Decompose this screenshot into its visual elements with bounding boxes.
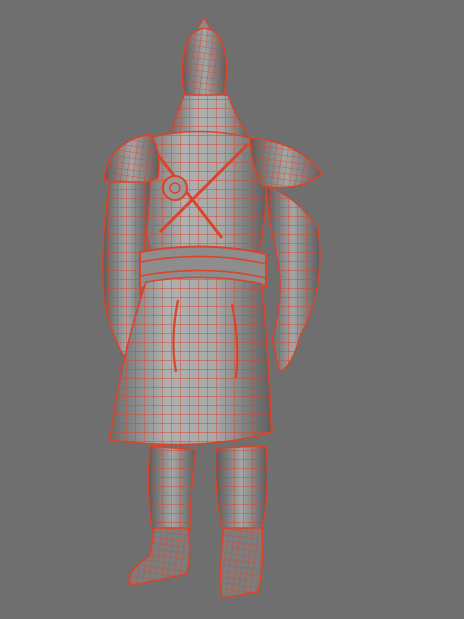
3d-viewport[interactable] xyxy=(0,0,464,619)
left-boot xyxy=(128,527,191,587)
right-boot xyxy=(219,527,264,599)
left-leg xyxy=(147,445,197,531)
right-arm xyxy=(265,185,321,374)
helmet xyxy=(181,16,228,101)
right-pauldron xyxy=(249,137,324,189)
left-pauldron xyxy=(103,133,160,186)
wireframe-model xyxy=(102,16,324,599)
right-leg xyxy=(214,445,269,531)
